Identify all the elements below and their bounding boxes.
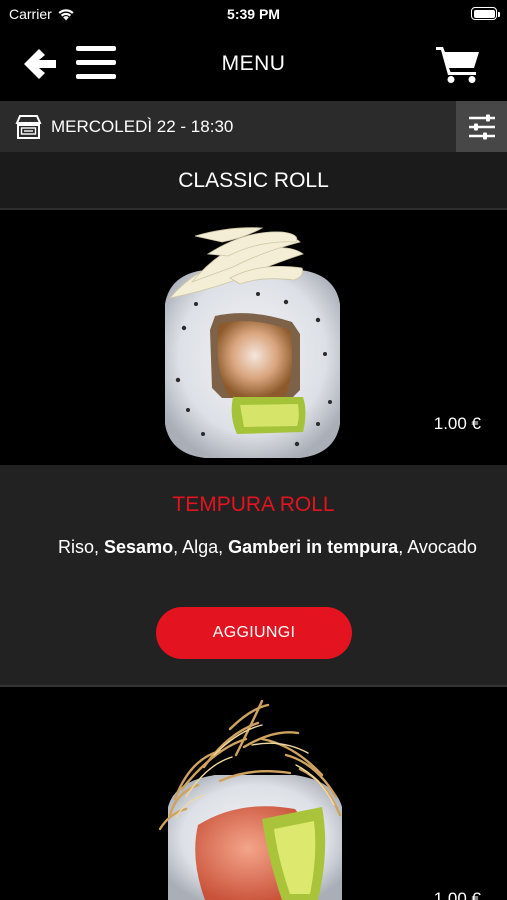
sushi-roll-image: 1.00 € (165, 227, 482, 458)
shop-icon (15, 115, 42, 139)
product-ingredients: Riso, Sesamo, Alga, Gamberi in tempura, … (58, 537, 477, 557)
product-image[interactable]: 1.00 € (0, 689, 507, 900)
status-time: 5:39 PM (227, 6, 280, 22)
product-card: TEMPURA ROLL Riso, Sesamo, Alga, Gamberi… (0, 465, 507, 687)
product-name: TEMPURA ROLL (172, 493, 335, 516)
cart-button[interactable] (435, 44, 481, 84)
ingredient: Riso (58, 537, 95, 557)
hamburger-icon (76, 46, 116, 51)
product-price: 1.00 € (434, 414, 482, 433)
ingredient: Avocado (407, 537, 477, 557)
page-title: MENU (221, 52, 286, 75)
add-to-cart-button[interactable]: AGGIUNGI (156, 607, 352, 659)
sliders-icon (468, 114, 495, 139)
filter-button[interactable] (456, 101, 507, 152)
battery-icon (471, 7, 500, 20)
product-price: 1.00 € (434, 889, 482, 900)
sushi-roll-image: 1.00 € (158, 699, 482, 900)
delivery-date-bar[interactable]: MERCOLEDÌ 22 - 18:30 (0, 101, 507, 152)
ingredient: Alga (182, 537, 219, 557)
delivery-datetime: MERCOLEDÌ 22 - 18:30 (51, 117, 234, 136)
shopping-cart-icon (436, 47, 479, 83)
ingredient: Gamberi in tempura (228, 537, 399, 557)
navigation-header: MENU (0, 28, 507, 100)
product-image[interactable]: 1.00 € (0, 212, 507, 465)
ingredient: Sesamo (104, 537, 174, 557)
category-header: CLASSIC ROLL (0, 152, 507, 210)
status-bar: Carrier 5:39 PM (0, 0, 507, 28)
